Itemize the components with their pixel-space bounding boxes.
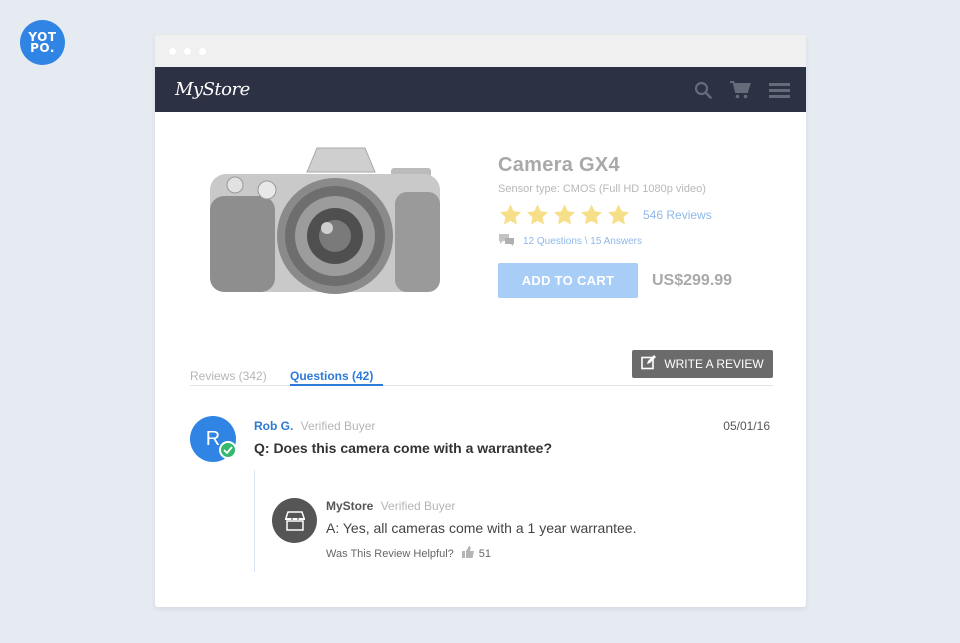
product-info: Camera GX4 Sensor type: CMOS (Full HD 10… (498, 154, 732, 298)
product-subtitle: Sensor type: CMOS (Full HD 1080p video) (498, 183, 706, 195)
reviews-link[interactable]: 546 Reviews (643, 208, 712, 222)
star-rating (498, 203, 631, 227)
window-dot (199, 47, 206, 55)
search-icon[interactable] (694, 81, 712, 99)
verified-badge: Verified Buyer (380, 499, 456, 513)
qa-link: 12 Questions \ 15 Answers (523, 235, 642, 247)
browser-window: MyStore Camera GX4 Sensor type: CMOS (Fu… (155, 35, 806, 607)
yotpo-logo: YOT PO. (20, 20, 65, 65)
cart-icon[interactable] (730, 80, 751, 99)
tab-reviews[interactable]: Reviews (342) (190, 369, 267, 383)
star-icon (527, 204, 548, 225)
review-tabs: Reviews (342) Questions (42) WRITE A REV… (190, 342, 773, 386)
product-section: Camera GX4 Sensor type: CMOS (Full HD 10… (155, 112, 806, 342)
question-text: Q: Does this camera come with a warrante… (254, 440, 552, 456)
product-price: US$299.99 (652, 271, 733, 289)
star-icon (608, 204, 629, 225)
write-review-label: WRITE A REVIEW (664, 357, 764, 371)
verified-badge: Verified Buyer (300, 419, 376, 433)
chat-bubble-icon (498, 233, 523, 249)
question-author: Rob G. (254, 419, 294, 433)
star-icon (500, 204, 521, 225)
star-icon (554, 204, 575, 225)
buy-row: ADD TO CART US$299.99 (498, 263, 732, 298)
thumbs-up-icon[interactable] (454, 546, 479, 561)
star-icon (581, 204, 602, 225)
store-navbar: MyStore (155, 67, 806, 112)
product-rating: 546 Reviews (498, 203, 732, 227)
answer-text: A: Yes, all cameras come with a 1 year w… (326, 520, 637, 536)
nav-icons (694, 80, 790, 99)
storefront-icon (272, 498, 317, 543)
yotpo-logo-line2: PO. (30, 40, 55, 55)
product-title: Camera GX4 (498, 154, 620, 176)
add-to-cart-button[interactable]: ADD TO CART (498, 263, 638, 298)
qa-summary[interactable]: 12 Questions \ 15 Answers (498, 233, 732, 249)
answer-divider (254, 470, 255, 572)
answer-meta: MyStore Verified Buyer (326, 499, 455, 513)
window-dot (184, 47, 191, 55)
menu-icon[interactable] (769, 82, 790, 98)
window-dot (169, 47, 176, 55)
window-chrome (155, 35, 806, 67)
tab-questions[interactable]: Questions (42) (290, 369, 373, 383)
question-date: 05/01/16 (723, 419, 770, 433)
product-image (205, 140, 450, 300)
helpful-count: 51 (478, 547, 492, 560)
write-review-button[interactable]: WRITE A REVIEW (632, 350, 773, 378)
question-meta: Rob G. Verified Buyer (254, 419, 375, 433)
active-tab-indicator (290, 384, 383, 386)
check-icon (219, 441, 237, 459)
answer-author: MyStore (326, 499, 374, 513)
edit-icon (641, 355, 657, 373)
store-brand[interactable]: MyStore (175, 79, 250, 100)
helpful-row: Was This Review Helpful? 51 (326, 546, 491, 561)
helpful-label: Was This Review Helpful? (326, 547, 454, 560)
